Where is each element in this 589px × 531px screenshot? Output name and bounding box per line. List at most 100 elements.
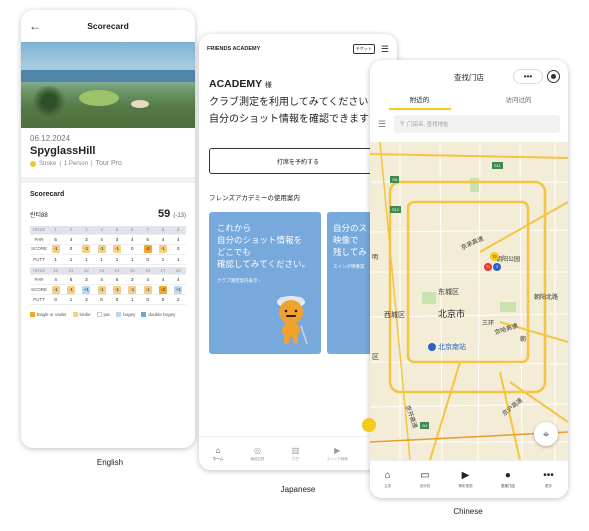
close-miniprogram-icon[interactable] [547, 70, 560, 83]
score-cell: -1 [48, 284, 64, 295]
score-cell: -1 [48, 244, 64, 255]
tab-target[interactable]: ◎ 練習記録 [250, 446, 264, 462]
home-icon: ⌂ [384, 470, 391, 481]
score-cell: 1 [48, 226, 64, 235]
score-cell: 0 [155, 294, 171, 305]
score-cell: 3 [78, 274, 94, 285]
ticket-button[interactable]: チケット [352, 44, 375, 54]
score-cell: 3 [124, 274, 140, 285]
divider: | [90, 160, 93, 167]
score-cell: 3 [78, 226, 94, 235]
map-label-qu: 区 [372, 354, 379, 361]
list-view-icon[interactable]: ☰ [378, 119, 386, 130]
nav-video[interactable]: ▶ 精彩视频 [458, 470, 472, 489]
nav-label: 设分机 [419, 484, 431, 488]
score-cell: 4 [139, 274, 156, 285]
menu-icon[interactable]: ☰ [381, 44, 389, 55]
tab-bar[interactable]: ▥ 打打 [292, 446, 300, 462]
bottom-tab-bar: ⌂ホーム◎練習記録▥打打▶スイング映像☺マイ [199, 436, 397, 470]
book-bay-button[interactable]: 打席を予約する [209, 148, 387, 174]
score-cell: 4 [93, 274, 110, 285]
video-icon: ▶ [334, 445, 341, 455]
caption-chinese: Chinese [453, 507, 483, 516]
score-cell: -1 [109, 284, 125, 295]
score-cell: -1 [155, 244, 171, 255]
row-label: PUTT [30, 254, 48, 265]
chevron-right-icon: › [258, 278, 261, 283]
tab-nearby[interactable]: 附近的 [370, 94, 469, 112]
store-marker[interactable]: T1 [484, 263, 492, 271]
score-cell: 5 [63, 274, 79, 285]
japanese-phone: FRIENDS ACADEMY チケット ☰ ACADEMY 様 クラブ測定を利… [199, 34, 397, 470]
score-cell: 5 [109, 274, 125, 285]
home-icon: ⌂ [215, 445, 221, 455]
guide-card-shot-info[interactable]: これから 自分のショット情報を どこでも 確認してみてください。 クラブ測定案内… [209, 212, 321, 354]
round-date: 06.12.2024 [30, 134, 71, 143]
score-cell: 4 [93, 234, 110, 245]
player-name: 란티88 [30, 213, 48, 219]
road-shield: S12 [390, 206, 402, 213]
score-cell: 16 [139, 266, 156, 275]
store-marker[interactable]: T2 [490, 252, 499, 261]
scorecard-row-holes: HOLE 10 11 12 13 14 15 16 17 18 [30, 266, 186, 275]
nav-pin[interactable]: ● 查找门店 [501, 470, 515, 489]
course-name: SpyglassHill [30, 145, 96, 157]
tab-video[interactable]: ▶ スイング映像 [327, 446, 348, 462]
score-cell: 5 [48, 234, 64, 245]
nav-more[interactable]: ••• 更多 [543, 470, 554, 489]
store-map[interactable]: 东城区 西城区 北京市 朝阳公园 朝阳北路 京哈高速 朝 京沪高速 区 三环 京… [370, 142, 568, 460]
nav-home[interactable]: ⌂ 主页 [384, 470, 391, 489]
map-label-sanhuan: 三环 [482, 321, 495, 327]
south-station-poi[interactable]: 北京南站 [428, 342, 466, 352]
score-cell: 1 [48, 254, 64, 265]
card-link[interactable]: クラブ測定案内表示 › [217, 278, 313, 284]
score-cell: 14 [109, 266, 125, 275]
nav-label: 精彩视频 [458, 484, 473, 488]
legend-double: double bogey [141, 312, 175, 317]
locate-me-icon[interactable]: ⌖ [534, 422, 558, 446]
scorecard-table-front: HOLE 1 2 3 4 5 6 7 8 9 PAR 5 4 3 4 3 4 5 4 4 SCORE -1 0 -1 -1 -1 0… [30, 226, 186, 265]
tab-label: 練習記録 [250, 456, 265, 461]
score-cell: +1 [170, 284, 186, 295]
caption-english: English [96, 458, 124, 467]
arrow-left-icon[interactable]: ← [29, 19, 41, 33]
tab-home[interactable]: ⌂ ホーム [213, 446, 223, 462]
score-cell: 0 [170, 244, 186, 255]
miniprogram-header: 查找门店 ••• [370, 60, 568, 94]
nav-label: 查找门店 [500, 484, 515, 488]
score-cell: -1 [93, 284, 110, 295]
score-cell: 4 [48, 274, 64, 285]
score-cell: 1 [109, 254, 125, 265]
welcome-suffix: 様 [264, 82, 272, 89]
floating-action-button[interactable] [362, 418, 376, 432]
legend-bogey: bogey [116, 312, 135, 317]
score-cell: 1 [78, 254, 94, 265]
store-marker[interactable]: 3 [493, 263, 501, 271]
welcome-name: ACADEMY [209, 78, 263, 90]
score-cell: 8 [155, 226, 171, 235]
score-cell: -1 [63, 284, 79, 295]
scorecard-row-score: SCORE -1 0 -1 -1 -1 0 -2 -1 0 [30, 244, 186, 255]
pin-icon: ● [504, 470, 511, 481]
search-input[interactable]: ⚲ 门店名, 查找地址 [394, 115, 560, 133]
map-label-beijing: 北京市 [438, 309, 466, 319]
english-phone: ← Scorecard 06.12.2024 SpyglassHill Stro… [21, 10, 195, 448]
road-shield: S11 [492, 162, 503, 169]
store-tabs: 附近的 访问过的 [370, 94, 568, 112]
search-bar: ☰ ⚲ 门店名, 查找地址 [370, 112, 568, 136]
search-icon: ⚲ [400, 121, 405, 127]
page-title: 查找门店 [454, 72, 484, 82]
map-canvas[interactable] [370, 142, 568, 460]
map-label-ming: 明 [372, 255, 379, 261]
score-legend: Eagle or under birdie par bogey double b… [21, 307, 195, 322]
score-cell: -2 [155, 284, 171, 295]
nav-screen[interactable]: ▭ 设分机 [420, 470, 431, 489]
tab-visited[interactable]: 访问过的 [469, 94, 568, 112]
more-options-button[interactable]: ••• [513, 69, 543, 84]
player-row: 란티88 59 (-13) [21, 198, 195, 224]
score-cell: -2 [139, 244, 156, 255]
caption-japanese: Japanese [280, 485, 316, 494]
scorecard-row-holes: HOLE 1 2 3 4 5 6 7 8 9 [30, 226, 186, 235]
score-cell: +1 [78, 284, 94, 295]
score-cell: 2 [63, 226, 79, 235]
